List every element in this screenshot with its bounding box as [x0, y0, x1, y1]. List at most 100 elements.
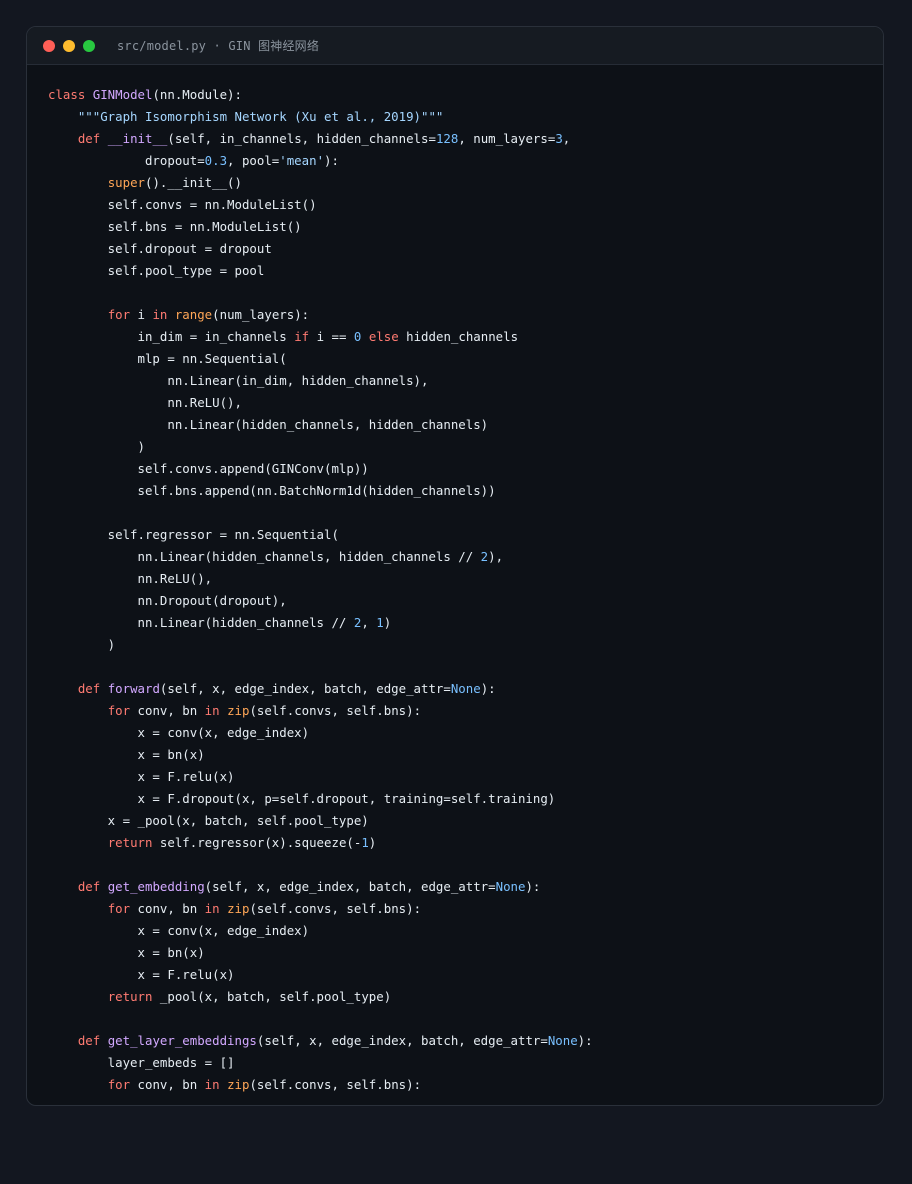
code-line: self.regressor = nn.Sequential( [48, 524, 883, 546]
code-token: ) [383, 615, 392, 630]
code-token: in [204, 1077, 228, 1092]
code-token: conv, bn [137, 703, 205, 718]
code-token: x = F.relu(x) [48, 769, 235, 784]
code-line: def get_embedding(self, x, edge_index, b… [48, 876, 883, 898]
code-token: if [294, 329, 317, 344]
code-token: def [77, 681, 108, 696]
code-line: self.convs = nn.ModuleList() [48, 194, 883, 216]
code-token: nn.Linear(hidden_channels, hidden_channe… [48, 417, 489, 432]
code-token: dropout= [48, 153, 205, 168]
code-token: ().__init__() [145, 175, 242, 190]
code-line: x = F.dropout(x, p=self.dropout, trainin… [48, 788, 883, 810]
minimize-window-button[interactable] [63, 39, 75, 52]
code-token: zip [227, 901, 250, 916]
code-token: ) [48, 439, 145, 454]
close-window-button[interactable] [43, 39, 55, 52]
code-line: dropout=0.3, pool='mean'): [48, 150, 883, 172]
code-token: 128 [435, 131, 459, 146]
code-line: def forward(self, x, edge_index, batch, … [48, 678, 883, 700]
code-token: hidden_channels [406, 329, 519, 344]
code-line: """Graph Isomorphism Network (Xu et al.,… [48, 106, 883, 128]
code-line: x = F.relu(x) [48, 766, 883, 788]
code-token: , [562, 131, 571, 146]
code-token: for [107, 901, 138, 916]
code-token: in_dim = in_channels [48, 329, 295, 344]
code-token: x = _pool(x, batch, self.pool_type) [48, 813, 369, 828]
code-token: __init__ [107, 131, 168, 146]
code-token: for [107, 703, 138, 718]
code-line: self.pool_type = pool [48, 260, 883, 282]
code-line: mlp = nn.Sequential( [48, 348, 883, 370]
code-token: 1 [361, 835, 369, 850]
code-token: , num_layers= [458, 131, 556, 146]
code-token: self.bns = nn.ModuleList() [48, 219, 302, 234]
window-titlebar: src/model.py · GIN 图神经网络 [27, 27, 883, 65]
code-token: zip [227, 703, 250, 718]
code-token: self.dropout = dropout [48, 241, 272, 256]
code-token: x = F.relu(x) [48, 967, 235, 982]
code-token: else [368, 329, 407, 344]
code-token: GINModel [92, 87, 153, 102]
code-token: nn.ReLU(), [48, 571, 213, 586]
code-token: ): [577, 1033, 593, 1048]
code-token: conv, bn [137, 901, 205, 916]
code-line: nn.Linear(in_dim, hidden_channels), [48, 370, 883, 392]
code-line: x = F.relu(x) [48, 964, 883, 986]
code-line: class GINModel(nn.Module): [48, 84, 883, 106]
code-line: layer_embeds = [] [48, 1052, 883, 1074]
code-token: x = bn(x) [48, 945, 205, 960]
code-line: def __init__(self, in_channels, hidden_c… [48, 128, 883, 150]
code-line: ) [48, 436, 883, 458]
code-line: self.dropout = dropout [48, 238, 883, 260]
code-token: def [77, 1033, 108, 1048]
code-line: self.bns = nn.ModuleList() [48, 216, 883, 238]
code-token: 3 [555, 131, 563, 146]
code-token: ): [324, 153, 339, 168]
code-token: nn.Linear(hidden_channels // [48, 615, 354, 630]
code-line: nn.ReLU(), [48, 568, 883, 590]
code-line: return _pool(x, batch, self.pool_type) [48, 986, 883, 1008]
code-line: for conv, bn in zip(self.convs, self.bns… [48, 1074, 883, 1096]
code-token: x = bn(x) [48, 747, 205, 762]
code-token: 0.3 [204, 153, 228, 168]
code-line: ) [48, 634, 883, 656]
code-token: nn.Dropout(dropout), [48, 593, 287, 608]
code-token: ): [480, 681, 496, 696]
code-token: conv, bn [137, 1077, 205, 1092]
code-token: 1 [376, 615, 384, 630]
code-line: nn.Linear(hidden_channels, hidden_channe… [48, 414, 883, 436]
code-token: None [450, 681, 481, 696]
code-token: i == [316, 329, 354, 344]
code-token: for [107, 307, 138, 322]
code-token: (num_layers): [212, 307, 310, 322]
code-token: in [204, 901, 228, 916]
code-token: x = conv(x, edge_index) [48, 923, 310, 938]
zoom-window-button[interactable] [83, 39, 95, 52]
code-token: self.pool_type = pool [48, 263, 265, 278]
code-token: mlp = nn.Sequential( [48, 351, 287, 366]
code-line: for conv, bn in zip(self.convs, self.bns… [48, 700, 883, 722]
code-token: forward [107, 681, 160, 696]
code-token: , [361, 615, 377, 630]
code-token: return [107, 835, 160, 850]
code-token: self.regressor(x).squeeze(- [159, 835, 362, 850]
code-line: nn.ReLU(), [48, 392, 883, 414]
code-token: zip [227, 1077, 250, 1092]
code-token: in [204, 703, 228, 718]
code-token: nn.Linear(in_dim, hidden_channels), [48, 373, 429, 388]
code-editor[interactable]: class GINModel(nn.Module): """Graph Isom… [27, 65, 883, 1096]
code-token: nn.Linear(hidden_channels, hidden_channe… [48, 549, 481, 564]
